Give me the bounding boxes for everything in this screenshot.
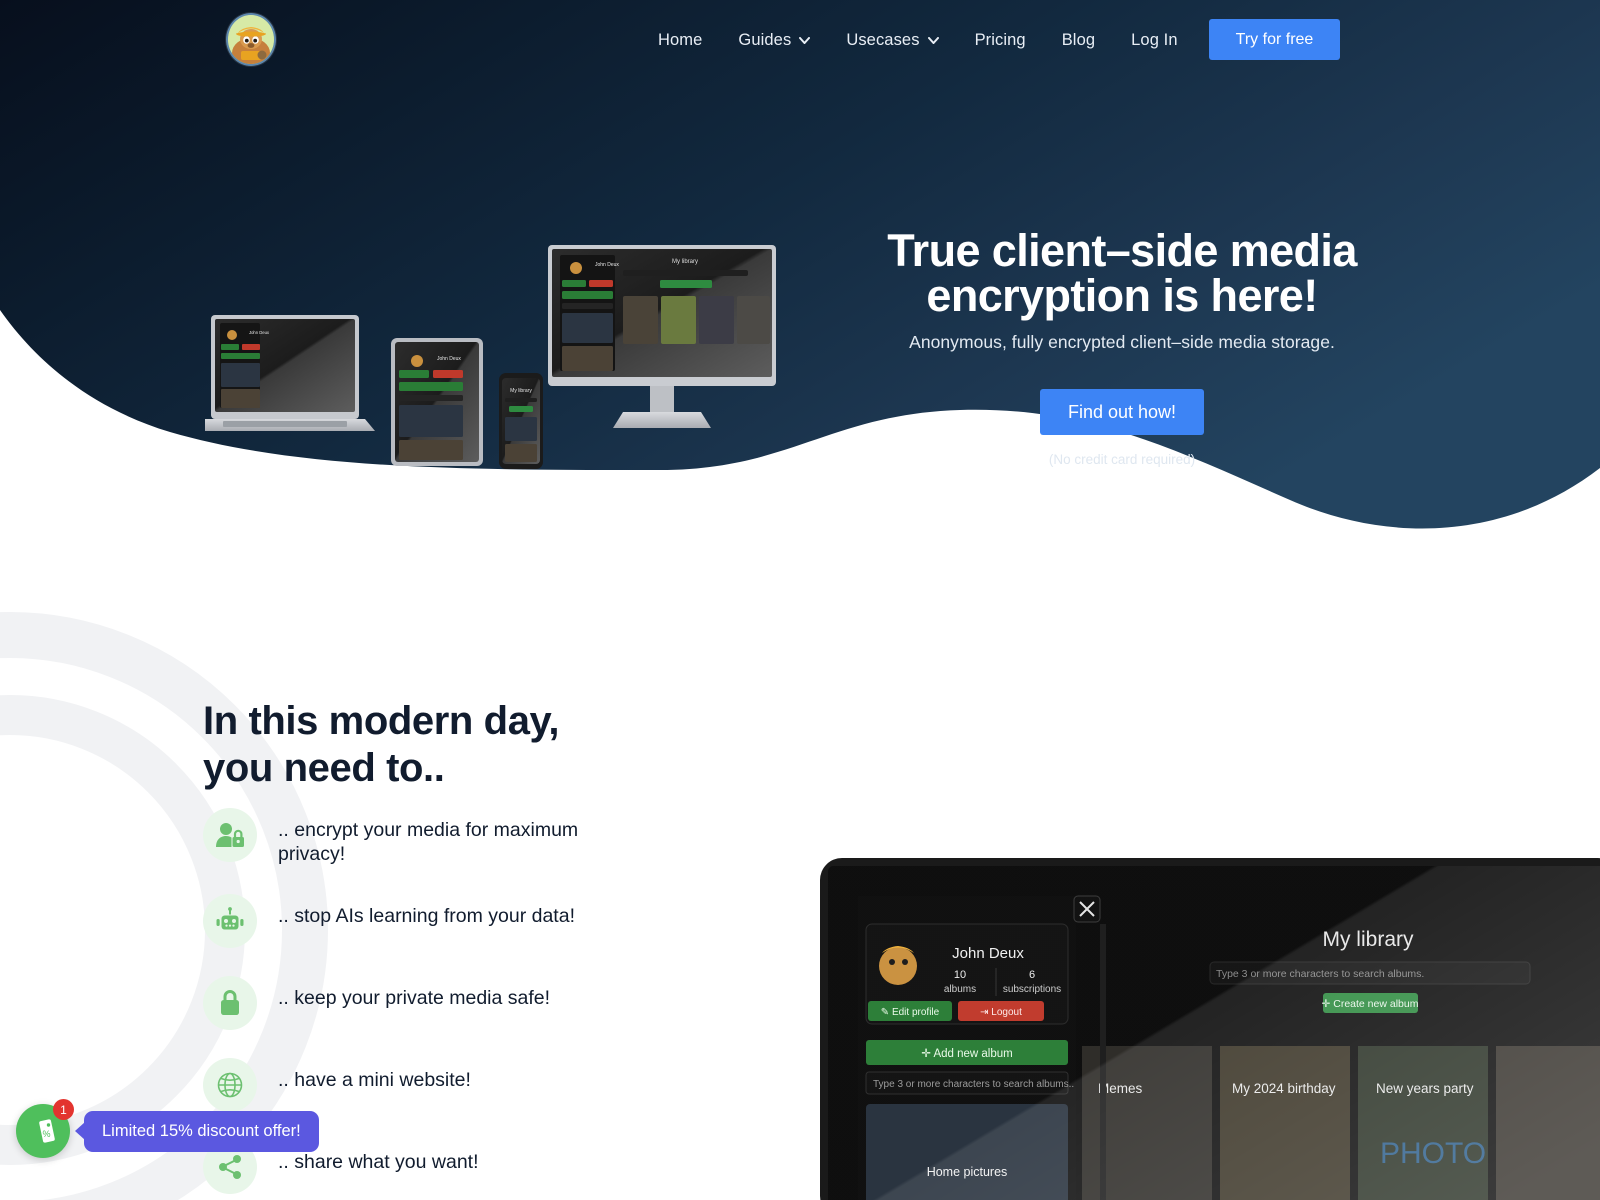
section-title-line-2: you need to.. [203,745,445,790]
nav-item-home[interactable]: Home [640,31,720,50]
svg-text:My library: My library [510,388,532,394]
svg-text:John Deux: John Deux [437,356,461,362]
chevron-down-icon [799,36,811,44]
hero-copy: True client–side media encryption is her… [870,228,1374,467]
discount-tag-icon: % [39,1119,55,1143]
section-title: In this modern day, you need to.. [203,698,843,792]
discount-offer-widget: % 1 Limited 15% discount offer! [16,1099,319,1158]
hero-note: (No credit card required) [1048,452,1196,467]
nav-item-label: Home [658,30,703,49]
nav-item-label: Usecases [846,30,920,49]
lock-icon [203,976,257,1031]
list-item-label: .. keep your private media safe! [278,987,551,1010]
hero-title-line-2: encryption is here! [926,270,1318,321]
section-title-line-1: In this modern day, [203,699,560,743]
nav-item-login[interactable]: Log In [1113,31,1195,50]
list-item-label: .. have a mini website! [278,1069,471,1092]
list-item-label: .. stop AIs learning from your data! [278,905,575,928]
nav-item-usecases[interactable]: Usecases [828,31,956,50]
user-lock-icon [203,808,257,862]
svg-text:My library: My library [672,259,698,265]
svg-text:John Deux: John Deux [249,330,270,335]
nav-item-label: Log In [1131,30,1178,49]
list-item: .. keep your private media safe! [203,976,843,1031]
top-navigation-bar: Home Guides Usecases Pricing Blog Log In… [0,0,1600,80]
try-for-free-button[interactable]: Try for free [1209,19,1340,60]
svg-text:John Deux: John Deux [595,262,619,268]
notification-badge: 1 [53,1099,74,1120]
discount-offer-message[interactable]: Limited 15% discount offer! [84,1110,319,1152]
nav-item-guides[interactable]: Guides [720,31,828,50]
robot-icon [203,894,257,949]
discount-widget-button[interactable]: % 1 [16,1099,74,1158]
nav-links: Home Guides Usecases Pricing Blog Log In [640,0,1196,80]
svg-text:%: % [42,1129,50,1139]
device-mockup-image: John Deux My library John Deux John Deux… [205,245,776,469]
list-item: .. stop AIs learning from your data! [203,894,843,949]
nav-item-label: Guides [738,30,792,49]
hero-title-line-1: True client–side media [887,225,1357,276]
chevron-down-icon [927,36,939,44]
nav-item-label: Blog [1061,30,1096,49]
brand-logo[interactable] [226,13,276,66]
nav-item-label: Pricing [974,30,1026,49]
list-item: .. encrypt your media for maximum privac… [203,808,843,866]
list-item-label: .. encrypt your media for maximum privac… [278,819,579,866]
app-preview-tablet: My library Type 3 or more characters to … [820,858,1600,1200]
nav-item-blog[interactable]: Blog [1044,31,1113,50]
hero-subtitle: Anonymous, fully encrypted client–side m… [909,332,1335,352]
page-title: True client–side media encryption is her… [870,228,1374,318]
nav-item-pricing[interactable]: Pricing [957,31,1044,50]
find-out-how-button[interactable]: Find out how! [1039,389,1205,435]
